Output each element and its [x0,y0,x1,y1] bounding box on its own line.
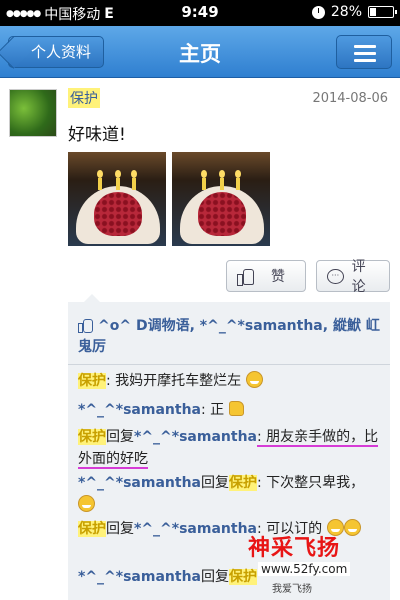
like-button-label: 赞 [271,269,285,285]
comment-author[interactable]: *^_^*samantha [78,475,201,491]
menu-button[interactable] [336,35,392,69]
reply-word: 回复 [201,475,229,491]
thumbs-up-icon [237,268,254,286]
post-text: 好味道! [68,125,126,145]
post-author[interactable]: 保护 [68,88,100,108]
battery-percent: 28% [330,4,362,20]
status-right: 28% [311,4,397,20]
comment-author[interactable]: *^_^*samantha [78,569,201,585]
status-bar: ●●●●● 中国移动 E 9:49 28% [0,0,400,26]
comment-author[interactable]: 保护 [78,521,106,537]
navigation-bar: 个人资料 主页 [0,26,400,78]
post-date: 2014-08-06 [312,91,388,106]
reply-to-name[interactable]: *^_^*samantha [134,429,257,445]
comment-text: : 下次整只卑我， [257,475,365,491]
reply-word: 回复 [106,429,134,445]
avatar[interactable] [9,89,57,137]
comment-item[interactable]: *^_^*samantha回复保护: 下次整只卑我， [78,472,384,516]
comment-author[interactable]: *^_^*samantha [78,402,201,418]
post-photo[interactable] [68,152,166,246]
comment-item[interactable]: 保护回复*^_^*samantha: 朋友亲手做的，比外面的好吃 [78,426,384,470]
thumbs-up-emoji-icon [228,401,244,416]
comment-author[interactable]: 保护 [78,373,106,389]
battery-fill [370,8,377,16]
reply-word: 回复 [201,569,229,585]
post-photo[interactable] [172,152,270,246]
clock-icon [311,5,325,19]
smile-emoji-icon [245,371,263,388]
likes-text[interactable]: ^o^ D调物语, *^_^*samantha, 縱鮲 屸鬼厉 [78,318,380,355]
grin-emoji-icon [78,495,95,512]
reply-word: 回复 [106,521,134,537]
comment-text: : 我妈开摩托车整烂左 [106,373,242,389]
comment-item[interactable]: *^_^*samantha: 正 [78,399,384,421]
comment-author[interactable]: 保护 [78,429,106,445]
like-button[interactable]: 赞 [226,260,306,292]
watermark-url: www.52fy.com [258,562,351,576]
watermark: 神采飞扬 www.52fy.com 我爱飞扬 [232,530,368,600]
battery-icon [368,6,397,18]
likes-list: ^o^ D调物语, *^_^*samantha, 縱鮲 屸鬼厉 [78,316,384,358]
comment-button-label: 评论 [351,259,366,295]
watermark-title: 神采飞扬 [248,536,341,561]
comment-text: : 正 [201,402,225,418]
divider [68,364,390,365]
comment-bubble-icon: ··· [327,268,344,284]
like-icon [78,318,93,333]
comment-button[interactable]: ··· 评论 [316,259,390,295]
watermark-subtitle: 我爱飞扬 [272,584,312,595]
comment-item[interactable]: 保护: 我妈开摩托车整烂左 [78,370,384,392]
reply-to-name[interactable]: 保护 [229,475,257,491]
